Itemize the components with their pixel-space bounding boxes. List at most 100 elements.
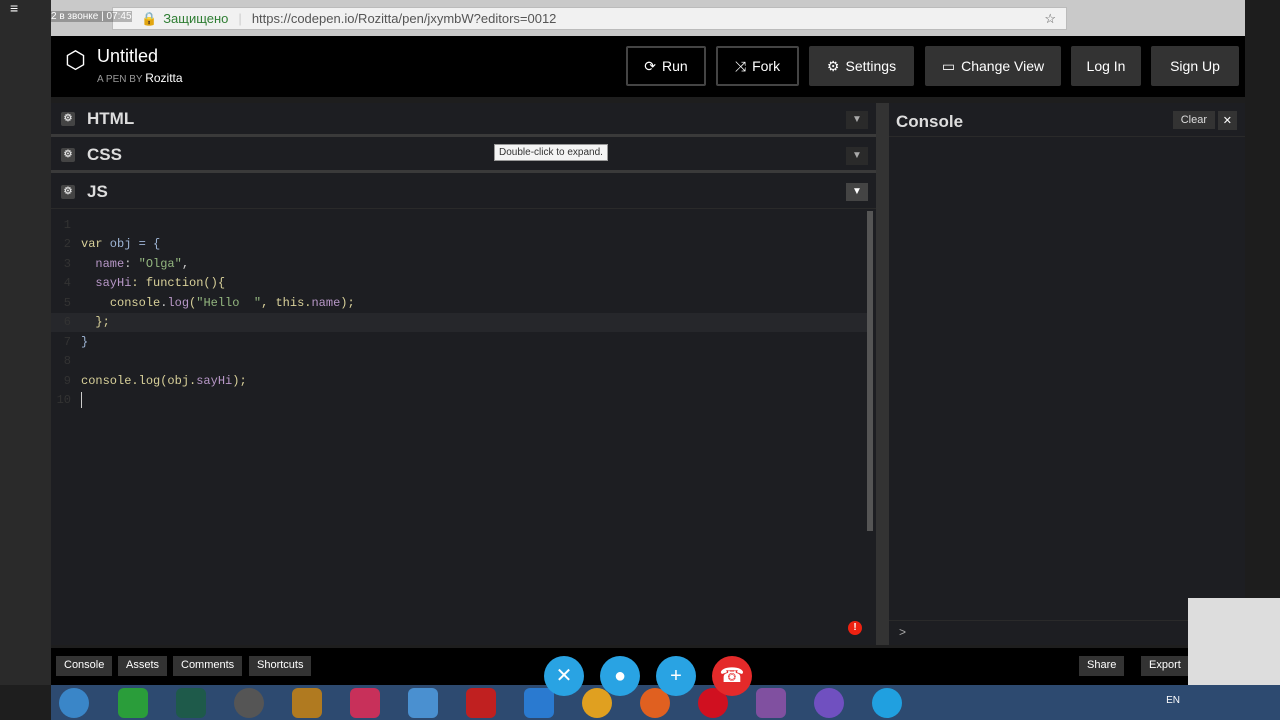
line-number: 9 [63,373,71,388]
refresh-icon: ⟳ [644,57,657,74]
fork-button[interactable]: ⤨ Fork [716,46,799,86]
lock-icon: 🔒 [141,10,158,26]
byline-label: A PEN BY [97,74,143,85]
viber-icon[interactable] [814,688,844,718]
gear-icon[interactable]: ⚙ [61,111,75,126]
code-token: ); [232,373,247,388]
code-token: sayHi [95,276,132,291]
run-label: Run [662,58,688,74]
code-token: . [160,295,168,310]
code-token: , [181,256,190,271]
line-number: 1 [63,217,71,232]
microphone-icon[interactable]: ● [600,656,640,696]
line-number: 4 [63,276,71,291]
tooltip: Double-click to expand. [494,144,608,161]
settings-button[interactable]: ⚙ Settings [809,46,914,86]
code-token: console [81,373,132,388]
code-token: sayHi [196,373,233,388]
line-number: 3 [63,256,71,271]
error-icon[interactable]: ! [848,621,862,635]
css-panel-header[interactable]: ⚙ CSS ▼ [51,139,876,173]
settings-label: Settings [845,58,897,74]
scrollbar[interactable] [867,211,873,531]
add-icon[interactable]: + [656,656,696,696]
code-token: console [109,295,161,310]
address-bar[interactable]: 🔒 Защищено | https://codepen.io/Rozitta/… [112,7,1067,30]
console-title: Console [896,112,964,131]
line-number: 5 [63,295,71,310]
console-panel: Console Clear ✕ > [889,103,1245,645]
text-cursor [81,392,82,409]
language-indicator[interactable]: EN [1166,695,1180,706]
clear-button[interactable]: Clear [1172,111,1215,129]
author-link[interactable]: Rozitta [145,71,182,85]
js-panel-header[interactable]: ⚙ JS ▼ [51,175,876,209]
menu-icon[interactable]: ≡ [10,0,18,16]
line-number: 2 [63,237,71,252]
signup-button[interactable]: Sign Up [1151,46,1239,86]
close-icon[interactable]: ✕ [1217,111,1237,130]
change-view-button[interactable]: ▭ Change View [925,46,1061,86]
skype-icon[interactable] [872,688,902,718]
codepen-logo-icon[interactable]: ⬡ [65,46,86,75]
code-token: : function(){ [131,276,226,291]
code-token: : [124,256,139,271]
code-token: .log(obj. [131,373,197,388]
share-button[interactable]: Share [1079,656,1125,676]
code-token: "Olga" [138,256,182,271]
call-status: 2 в звонке | 07:45 [51,11,132,22]
intellij-icon[interactable] [350,688,380,718]
chevron-down-icon[interactable]: ▼ [846,147,868,165]
code-token: , this. [261,295,312,310]
hangup-icon[interactable]: ☎ [712,656,752,696]
console-button[interactable]: Console [56,656,113,676]
right-strip [1245,0,1280,685]
code-token: name [311,295,341,310]
comments-button[interactable]: Comments [173,656,243,676]
star-icon[interactable]: ☆ [1044,11,1056,27]
prompt-icon: > [899,625,907,639]
app-icon[interactable] [524,688,554,718]
line-number: 10 [56,393,71,408]
view-icon: ▭ [941,57,956,74]
chrome-icon[interactable] [582,688,612,718]
chevron-down-icon[interactable]: ▼ [846,111,868,129]
panel-resizer[interactable] [876,103,889,645]
panel-title: HTML [87,108,135,128]
code-token: } [81,334,89,349]
sublime-icon[interactable] [292,688,322,718]
code-token: "Hello " [196,295,262,310]
panel-title: CSS [87,144,122,164]
export-button[interactable]: Export [1141,656,1189,676]
js-code-editor[interactable]: 1 2 var obj = { 3 name: "Olga", 4 sayHi: … [51,215,871,410]
code-token: var [81,237,103,252]
app-icon[interactable] [756,688,786,718]
assets-button[interactable]: Assets [118,656,168,676]
shortcuts-button[interactable]: Shortcuts [249,656,312,676]
fork-label: Fork [752,58,781,74]
filezilla-icon[interactable] [466,688,496,718]
skype-s-icon[interactable] [118,688,148,718]
html-panel-header[interactable]: ⚙ HTML ▼ [51,103,876,137]
run-button[interactable]: ⟳ Run [626,46,706,86]
webcam-preview [1188,598,1280,685]
app-icon[interactable] [234,688,264,718]
code-token: log [167,295,190,310]
codepen-header: ⬡ Untitled A PEN BY Rozitta ⟳ Run ⤨ Fork ⚙… [51,36,1245,97]
camera-off-icon[interactable]: ✕ [544,656,584,696]
footer-bar: Console Assets Comments Shortcuts Share … [51,648,1245,685]
gear-icon[interactable]: ⚙ [61,147,75,162]
code-token: ( [189,295,197,310]
app-icon[interactable] [176,688,206,718]
left-strip: ≡ [0,0,51,685]
login-button[interactable]: Log In [1071,46,1141,86]
chevron-down-icon[interactable]: ▼ [846,183,868,201]
code-token: obj = { [102,237,161,252]
start-icon[interactable] [59,688,89,718]
url[interactable]: https://codepen.io/Rozitta/pen/jxymbW?ed… [252,11,557,26]
gear-icon[interactable]: ⚙ [61,184,75,199]
webstorm-icon[interactable] [408,688,438,718]
change-view-label: Change View [961,58,1045,74]
pen-title[interactable]: Untitled [97,46,158,67]
panel-title: JS [87,181,108,201]
